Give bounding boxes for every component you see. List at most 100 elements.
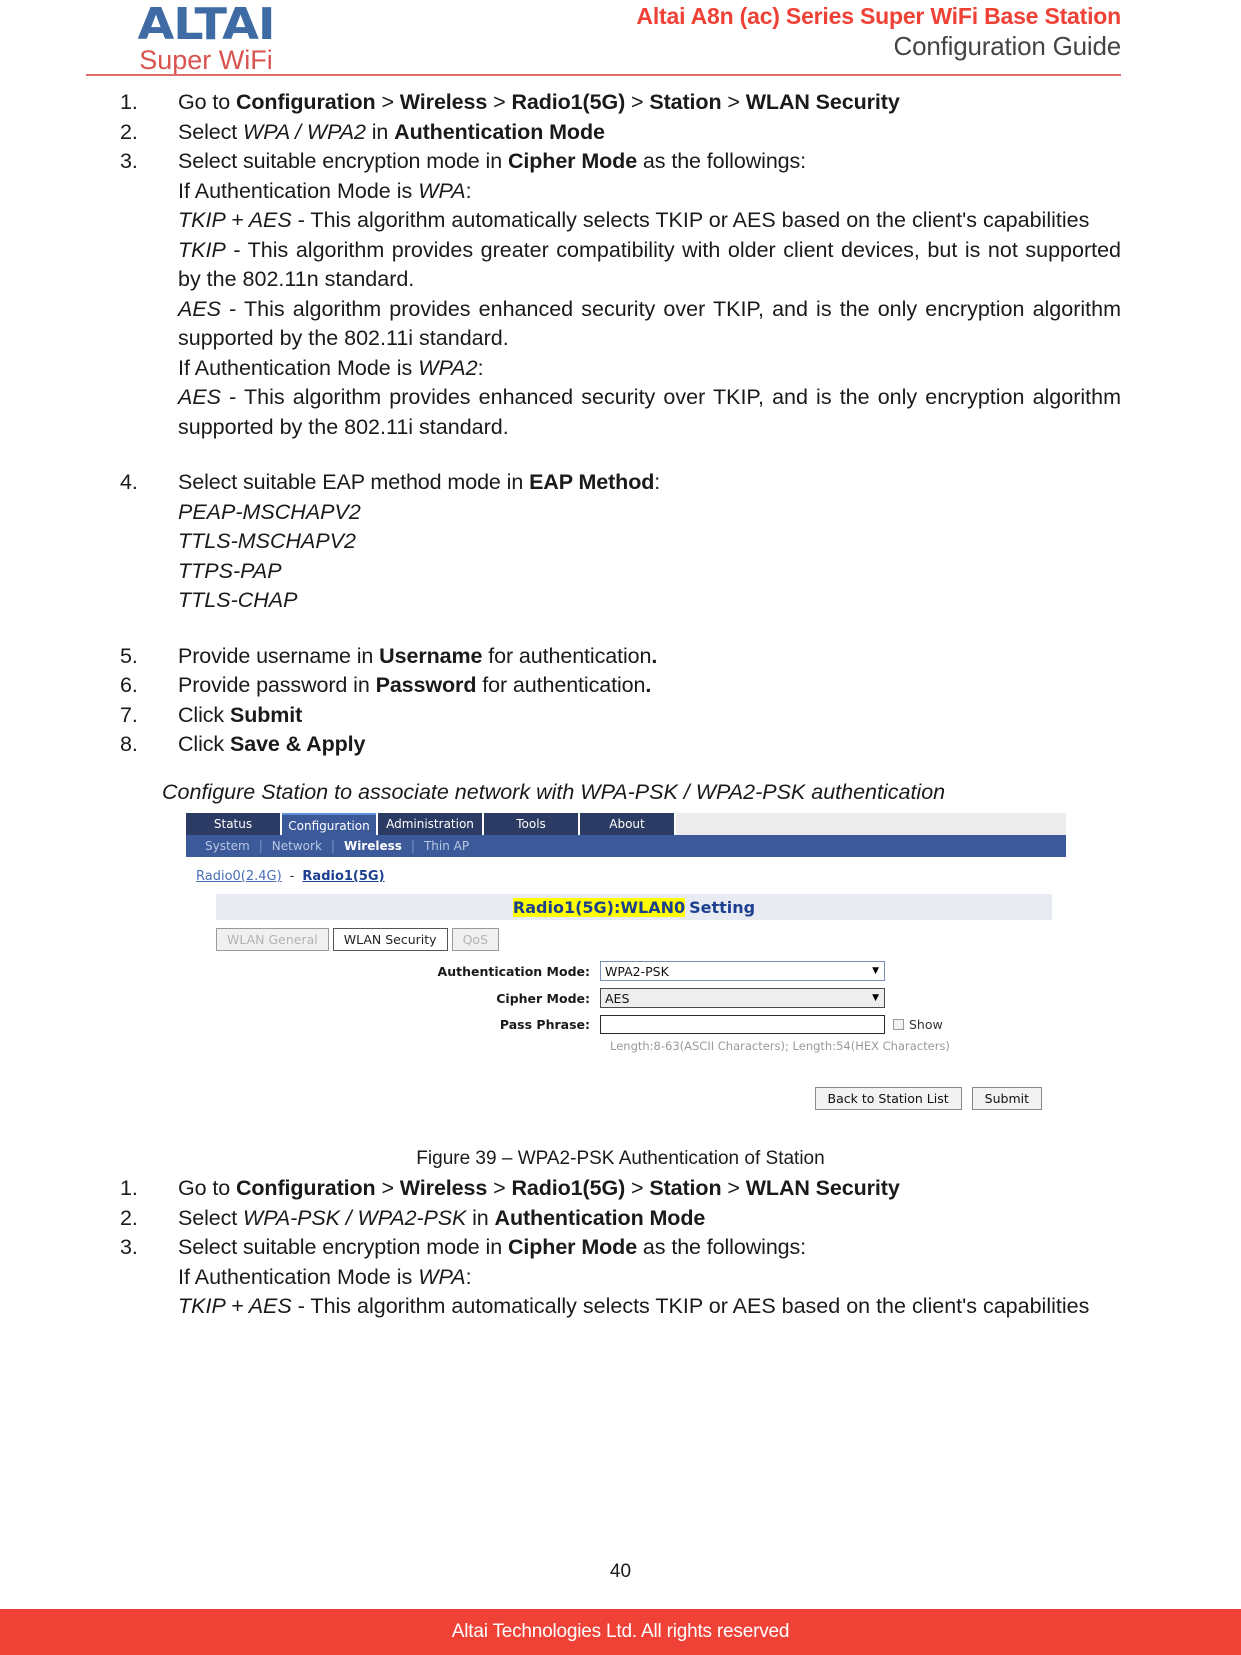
step-number: 3. — [120, 1235, 138, 1259]
text-run: in — [365, 119, 395, 144]
text-run: TKIP + AES — [178, 208, 292, 232]
ui-radio-link-inactive[interactable]: Radio0(2.4G) — [196, 869, 282, 884]
checkbox-icon[interactable] — [893, 1019, 904, 1030]
embedded-router-ui-screenshot: Status Configuration Administration Tools Ab… — [186, 813, 1066, 1134]
page-number: 40 — [609, 1561, 632, 1582]
ui-tab-administration[interactable]: Administration — [378, 813, 482, 835]
step-text: Select suitable EAP method mode in EAP M… — [178, 468, 1121, 498]
ui-tab-tools[interactable]: Tools — [484, 813, 578, 835]
ui-auth-mode-value: WPA2-PSK — [605, 963, 669, 979]
ui-subnav-wireless[interactable]: Wireless — [335, 839, 411, 853]
text-run: : — [477, 355, 484, 380]
text-run: . — [645, 673, 652, 697]
header-divider — [86, 74, 1121, 76]
ui-pass-phrase-input[interactable] — [600, 1015, 885, 1034]
text-run: Go to — [178, 90, 236, 114]
text-run: AES — [178, 296, 222, 321]
text-run: Provide username in — [178, 643, 380, 668]
description-line: AES - This algorithm provides enhanced s… — [120, 383, 1121, 442]
step-item: 8. Click Save & Apply — [120, 730, 1121, 760]
ui-tab-about[interactable]: About — [580, 813, 674, 835]
description-line: TKIP + AES - This algorithm automaticall… — [120, 1292, 1121, 1322]
text-run: - This algorithm provides enhanced secur… — [178, 385, 1121, 439]
ui-cipher-mode-row: Cipher Mode: AES ▼ — [186, 988, 1066, 1008]
submit-button[interactable]: Submit — [971, 1087, 1042, 1110]
text-run: Wireless — [399, 1176, 488, 1200]
eap-method-name: TTLS-CHAP — [178, 588, 298, 612]
eap-method-item: TTPS-PAP — [120, 557, 1121, 587]
text-run: Select — [178, 119, 244, 144]
text-run: EAP Method — [529, 470, 655, 494]
ui-subtab-qos[interactable]: QoS — [451, 928, 499, 951]
figure-intro-text: Configure Station to associate network w… — [162, 779, 946, 804]
step-text: Click Submit — [178, 701, 1121, 731]
ui-radio-link-active[interactable]: Radio1(5G) — [302, 869, 384, 884]
text-run: Click — [178, 702, 230, 727]
header-title-block: Altai A8n (ac) Series Super WiFi Base St… — [421, 2, 1121, 63]
ui-subtab-wlan-security[interactable]: WLAN Security — [332, 928, 448, 951]
step-text: Go to Configuration > Wireless > Radio1(… — [178, 88, 1121, 118]
step-item: 2. Select WPA / WPA2 in Authentication Mo… — [120, 118, 1121, 148]
text-run: Radio1(5G) — [511, 90, 626, 114]
text-run: Cipher Mode — [507, 149, 638, 173]
text-run: Select suitable EAP method mode in — [178, 470, 530, 494]
ui-cipher-mode-label: Cipher Mode: — [496, 990, 590, 1006]
step-number: 8. — [120, 732, 138, 756]
ui-wlan-subtabs: WLAN General WLAN Security QoS — [216, 928, 1066, 951]
ui-tabbar-filler — [676, 813, 1066, 835]
text-run: for authentication — [482, 643, 652, 668]
ui-auth-mode-select[interactable]: WPA2-PSK ▼ — [600, 961, 885, 981]
steps-list-eap: 4. Select suitable EAP method mode in EAP… — [120, 468, 1121, 498]
step-number: 7. — [120, 702, 138, 727]
page-content: 1. Go to Configuration > Wireless > Radio… — [0, 88, 1241, 1322]
ui-cipher-mode-value: AES — [605, 990, 630, 1006]
description-line: TKIP - This algorithm provides greater c… — [120, 236, 1121, 295]
text-run: : — [654, 470, 661, 494]
text-run: > — [487, 1176, 512, 1200]
text-run: Save & Apply — [229, 732, 366, 756]
description-line: TKIP + AES - This algorithm automaticall… — [120, 206, 1121, 236]
logo-tagline: Super WiFi — [139, 45, 273, 75]
step-number: 1. — [120, 1176, 138, 1200]
step-text: Select suitable encryption mode in Ciphe… — [178, 147, 1121, 177]
text-run: : — [465, 178, 472, 203]
text-run: Cipher Mode — [507, 1235, 638, 1259]
text-run: WLAN Security — [745, 1176, 900, 1200]
ui-tab-status[interactable]: Status — [186, 813, 280, 835]
back-to-station-list-button[interactable]: Back to Station List — [814, 1087, 962, 1110]
text-run: If Authentication Mode is — [178, 355, 419, 380]
step-text: Select WPA / WPA2 in Authentication Mode — [178, 118, 1121, 148]
text-run: in — [466, 1205, 495, 1230]
text-run: Select suitable encryption mode in — [178, 149, 508, 173]
text-run: > — [487, 90, 512, 114]
ui-subnav-system[interactable]: System — [196, 839, 259, 853]
ui-subnav-network[interactable]: Network — [263, 839, 331, 853]
text-run: Station — [649, 1176, 722, 1200]
step-item: 3. Select suitable encryption mode in Cip… — [120, 147, 1121, 177]
text-run: Station — [649, 90, 722, 114]
text-run: WLAN Security — [745, 90, 900, 114]
ui-subnav-thin-ap[interactable]: Thin AP — [415, 839, 478, 853]
text-run: If Authentication Mode is — [178, 1264, 419, 1289]
eap-method-item: TTLS-MSCHAPV2 — [120, 527, 1121, 557]
ui-show-passphrase-toggle[interactable]: Show — [893, 1017, 943, 1032]
ui-subtab-wlan-general[interactable]: WLAN General — [216, 928, 329, 951]
text-run: : — [465, 1264, 472, 1289]
text-run: Select suitable encryption mode in — [178, 1235, 508, 1259]
ui-pass-phrase-row: Pass Phrase: Show — [186, 1015, 1066, 1034]
step-text: Provide username in Username for authent… — [178, 642, 1121, 672]
step-item: 3. Select suitable encryption mode in Cip… — [120, 1233, 1121, 1263]
step-item: 5. Provide username in Username for authe… — [120, 642, 1121, 672]
text-run: . — [651, 643, 658, 668]
text-run: Radio1(5G) — [511, 1176, 626, 1200]
document-subtitle: Configuration Guide — [893, 31, 1122, 61]
step-number: 5. — [120, 643, 138, 668]
ui-radio-selector-row: Radio0(2.4G) - Radio1(5G) — [186, 857, 1066, 890]
logo-wordmark: ALTAI — [137, 0, 276, 50]
altai-logo: ALTAI Super WiFi — [86, 2, 326, 75]
ui-cipher-mode-select[interactable]: AES ▼ — [600, 988, 885, 1008]
text-run: TKIP — [178, 237, 226, 262]
steps-list-top: 1. Go to Configuration > Wireless > Radio… — [120, 88, 1121, 177]
ui-tab-configuration[interactable]: Configuration — [282, 813, 376, 835]
text-run: Authentication Mode — [494, 1205, 706, 1230]
